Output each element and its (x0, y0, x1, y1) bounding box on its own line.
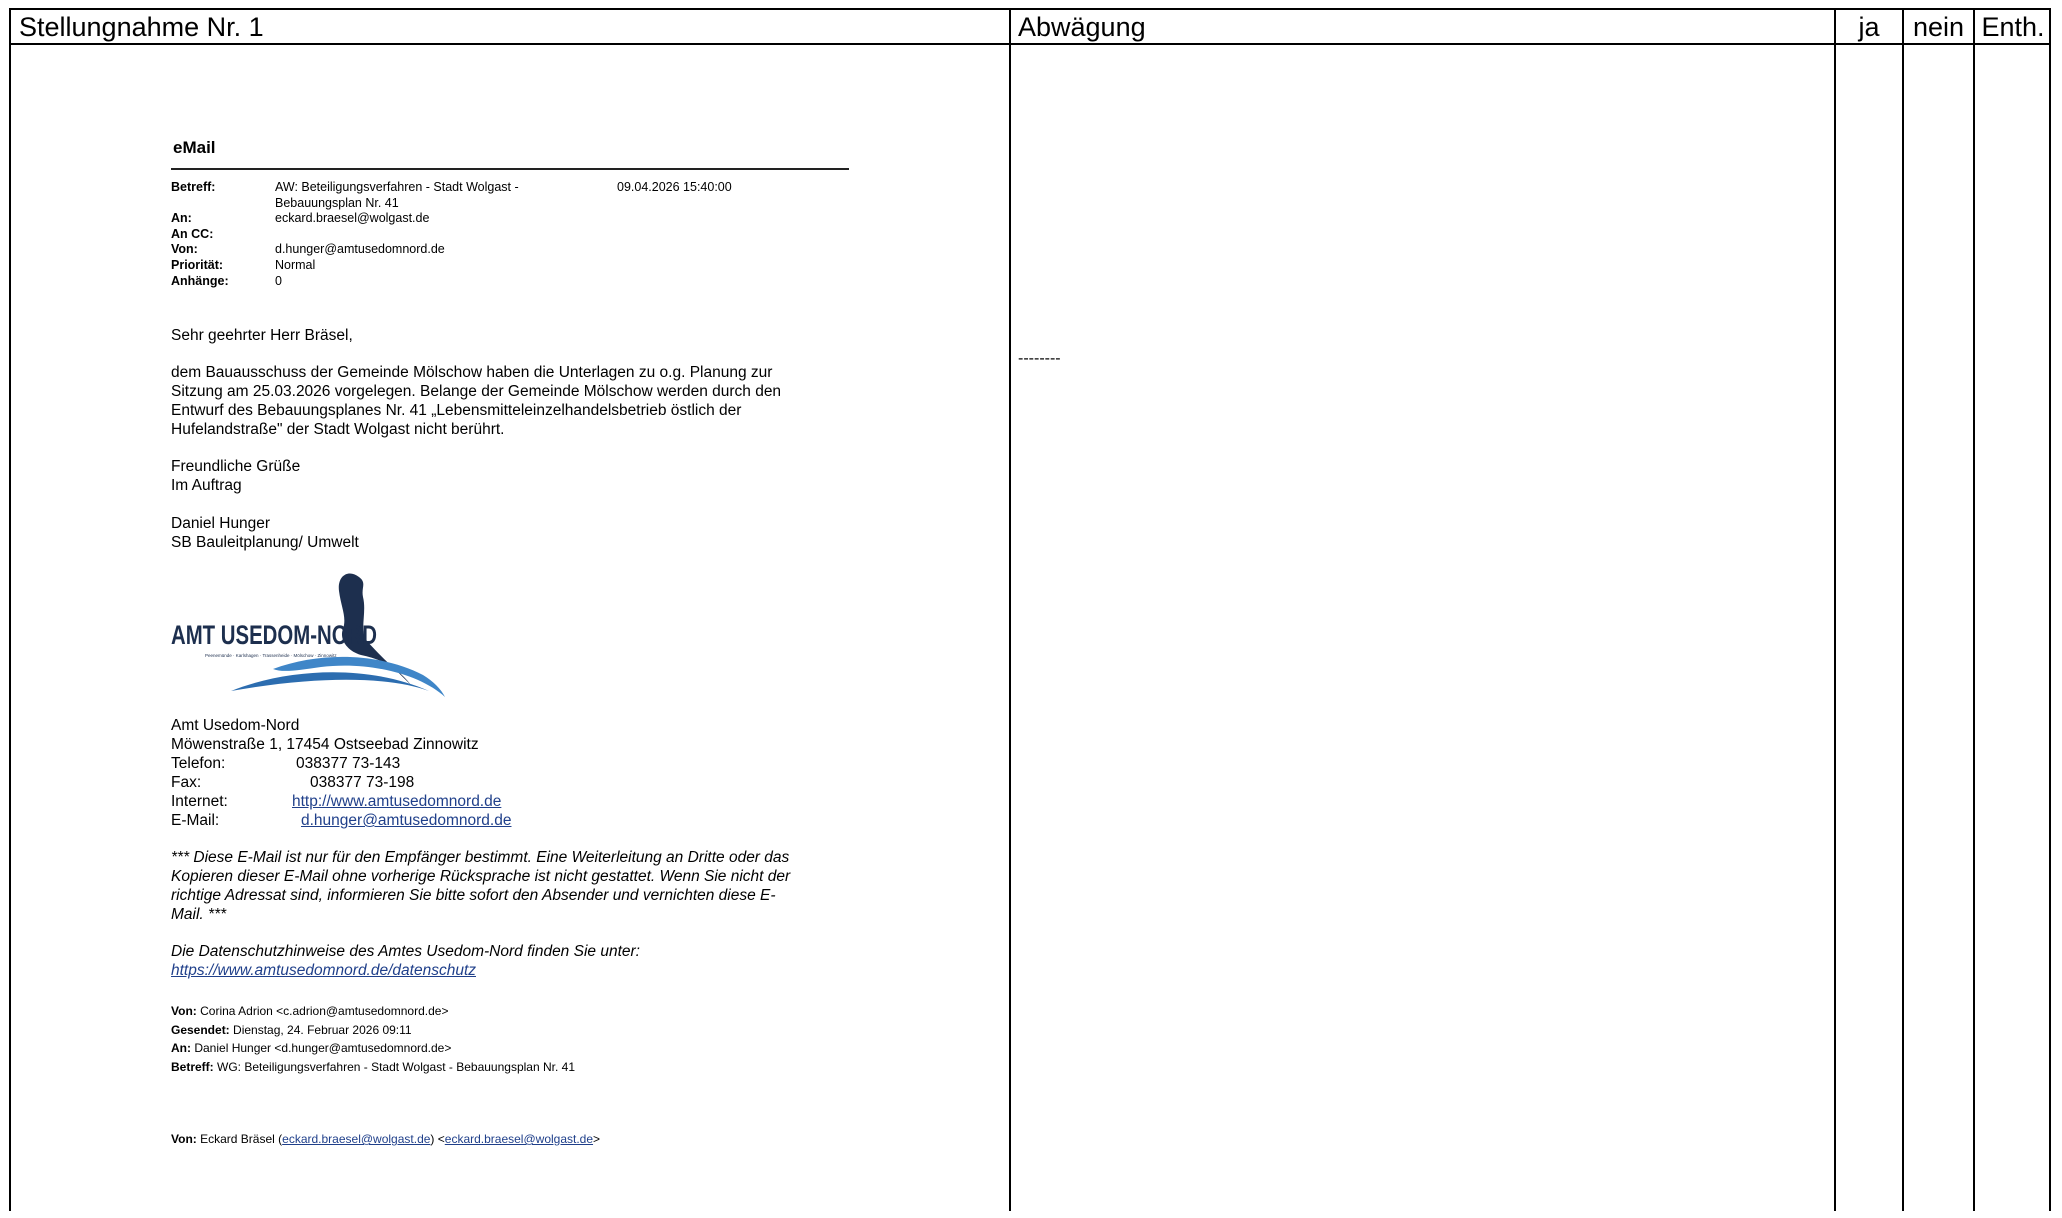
forward2-von-link[interactable]: eckard.braesel@wolgast.de (282, 1132, 430, 1146)
forward-an-value: Daniel Hunger <d.hunger@amtusedomnord.de… (194, 1041, 452, 1055)
internet-label: Internet: (171, 793, 228, 810)
forward-an: An: Daniel Hunger <d.hunger@amtusedomnor… (171, 1039, 451, 1058)
header-enthaltung: Enth. (1981, 12, 2045, 42)
disclaimer-line: *** Diese E-Mail ist nur für den Empfäng… (171, 849, 790, 866)
logo-subtext: Peenemünde · Karlshagen · Trassenheide ·… (205, 653, 337, 658)
email-date: 09.04.2026 15:40:00 (617, 180, 732, 194)
forward-betreff: Betreff: WG: Beteiligungsverfahren - Sta… (171, 1058, 575, 1077)
forward2-von-mid: ) < (430, 1132, 445, 1146)
meta-anhaenge-value: 0 (275, 273, 282, 288)
meta-von-value: d.hunger@amtusedomnord.de (275, 242, 445, 257)
email-body-line: Hufelandstraße" der Stadt Wolgast nicht … (171, 421, 505, 438)
forward-an-label: An: (171, 1041, 191, 1055)
meta-anhaenge-label: Anhänge: (171, 273, 229, 288)
contact-email: E-Mail: d.hunger@amtusedomnord.de (171, 811, 511, 830)
contact-internet: Internet: http://www.amtusedomnord.de (171, 792, 501, 811)
forward-von-label: Von: (171, 1004, 197, 1018)
org-address: Möwenstraße 1, 17454 Ostseebad Zinnowitz (171, 736, 479, 753)
forward2-von: Von: Eckard Bräsel (eckard.braesel@wolga… (171, 1130, 600, 1149)
meta-prioritaet-label: Priorität: (171, 258, 224, 272)
email-label: E-Mail: (171, 812, 220, 829)
forward-von: Von: Corina Adrion <c.adrion@amtusedomno… (171, 1002, 448, 1021)
meta-an-value: eckard.braesel@wolgast.de (275, 211, 430, 226)
disclaimer-line: richtige Adressat sind, informieren Sie … (171, 887, 776, 904)
header-divider (11, 43, 2049, 45)
meta-betreff-line1: AW: Beteiligungsverfahren - Stadt Wolgas… (275, 180, 519, 194)
email-body-line: Entwurf des Bebauungsplanes Nr. 41 „Lebe… (171, 402, 742, 419)
email-body-line: Sitzung am 25.03.2026 vorgelegen. Belang… (171, 383, 782, 400)
abwaegung-text: -------- (1018, 350, 1061, 367)
forward-gesendet: Gesendet: Dienstag, 24. Februar 2026 09:… (171, 1021, 412, 1040)
email-title: eMail (173, 138, 216, 157)
internet-link[interactable]: http://www.amtusedomnord.de (292, 793, 501, 810)
sender-name: Daniel Hunger (171, 515, 271, 532)
org-name: Amt Usedom-Nord (171, 717, 300, 734)
sender-role: SB Bauleitplanung/ Umwelt (171, 534, 359, 551)
header-ja: ja (1858, 12, 1880, 42)
forward-betreff-label: Betreff: (171, 1059, 214, 1074)
logo-wave-lower (231, 672, 429, 691)
meta-von-label: Von: (171, 242, 198, 257)
disclaimer-line: Kopieren dieser E-Mail ohne vorherige Rü… (171, 868, 791, 885)
scanned-email: eMail Betreff: AW: Beteiligungsverfahren… (121, 62, 921, 1218)
fax-value: 038377 73-198 (310, 774, 415, 791)
meta-betreff-label: Betreff: (171, 180, 216, 194)
privacy-text: Die Datenschutzhinweise des Amtes Usedom… (171, 943, 640, 960)
contact-fax: Fax: 038377 73-198 (171, 773, 414, 792)
header-stellungnahme: Stellungnahme Nr. 1 (19, 12, 264, 42)
meta-betreff-line2: Bebauungsplan Nr. 41 (275, 195, 399, 210)
telefon-value: 038377 73-143 (296, 755, 401, 772)
telefon-label: Telefon: (171, 755, 226, 772)
email-salutation: Sehr geehrter Herr Bräsel, (171, 327, 353, 344)
email-closing-auftrag: Im Auftrag (171, 477, 242, 494)
forward-von-value: Corina Adrion <c.adrion@amtusedomnord.de… (200, 1004, 449, 1018)
meta-ancc-label: An CC: (171, 226, 214, 241)
email-title-rule (171, 168, 849, 170)
forward-gesendet-value: Dienstag, 24. Februar 2026 09:11 (233, 1022, 412, 1037)
forward2-von-label: Von: (171, 1132, 197, 1146)
statement-table: Stellungnahme Nr. 1 Abwägung ja nein Ent… (9, 8, 2051, 1218)
column-divider (1902, 10, 1904, 1211)
meta-an-label: An: (171, 211, 192, 226)
column-divider (1973, 10, 1975, 1211)
email-closing: Freundliche Grüße (171, 458, 301, 475)
header-abwaegung: Abwägung (1018, 12, 1146, 42)
forward-gesendet-label: Gesendet: (171, 1022, 230, 1037)
privacy-link[interactable]: https://www.amtusedomnord.de/datenschutz (171, 961, 476, 980)
logo-text: AMT USEDOM-NORD (171, 620, 377, 650)
forward2-von-end: > (593, 1132, 601, 1146)
amt-usedom-nord-logo: AMT USEDOM-NORD Peenemünde · Karlshagen … (171, 573, 445, 697)
email-body-line: dem Bauausschuss der Gemeinde Mölschow h… (171, 364, 773, 381)
disclaimer-line: Mail. *** (171, 906, 227, 923)
column-divider (1009, 10, 1011, 1211)
forward-betreff-value: WG: Beteiligungsverfahren - Stadt Wolgas… (217, 1059, 575, 1074)
contact-telefon: Telefon: 038377 73-143 (171, 754, 400, 773)
forward2-von-link-2[interactable]: eckard.braesel@wolgast.de (445, 1132, 593, 1146)
meta-prioritaet-value: Normal (275, 258, 316, 272)
email-link[interactable]: d.hunger@amtusedomnord.de (301, 812, 511, 829)
column-divider (1834, 10, 1836, 1211)
fax-label: Fax: (171, 774, 202, 791)
forward2-von-name: Eckard Bräsel ( (200, 1132, 283, 1146)
header-nein: nein (1912, 12, 1965, 42)
